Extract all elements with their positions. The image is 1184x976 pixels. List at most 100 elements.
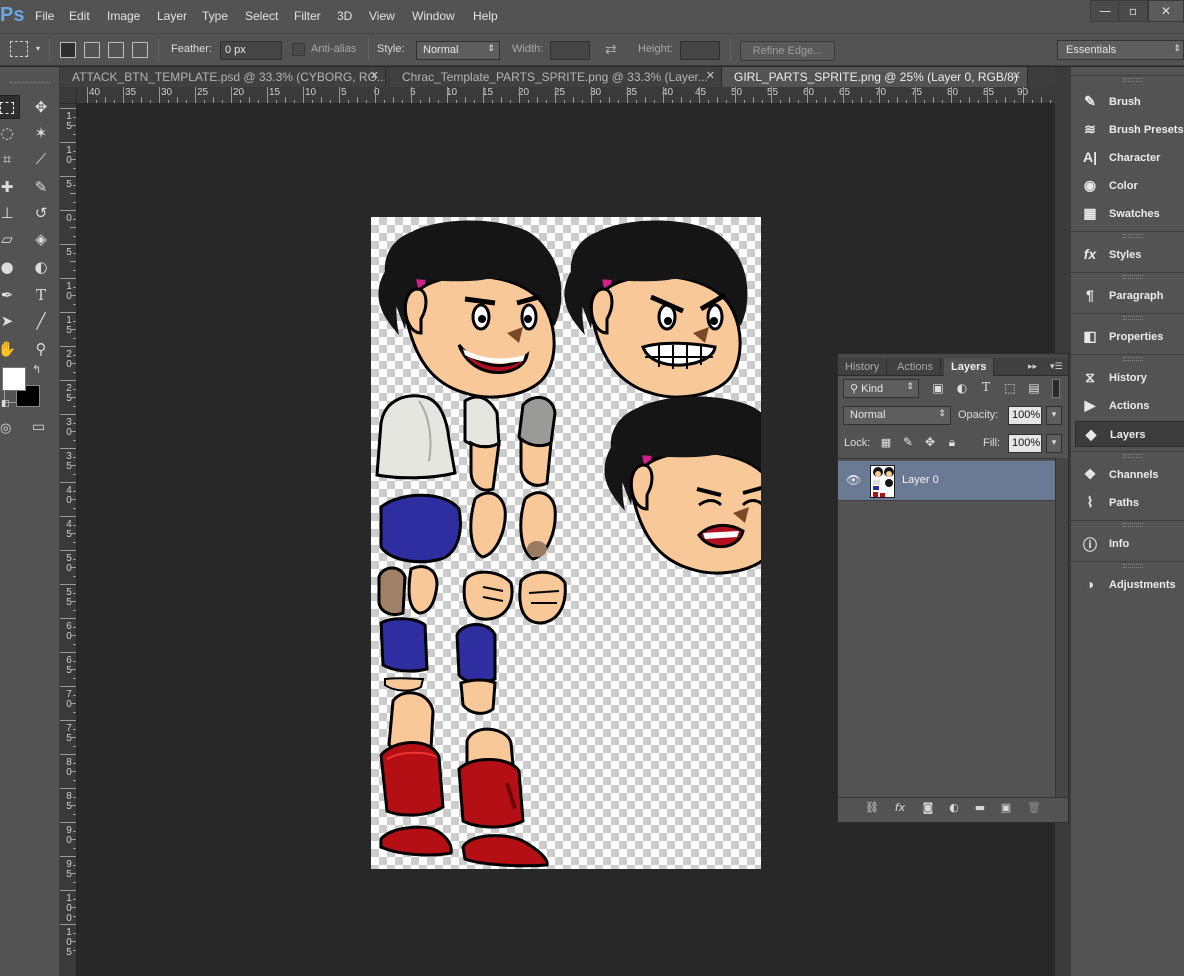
height-input[interactable] [680, 41, 720, 60]
blur-tool-icon[interactable]: ● [0, 255, 20, 279]
dock-grip[interactable] [1071, 354, 1184, 362]
panel-properties[interactable]: ◧ Properties [1075, 324, 1184, 350]
feather-input[interactable]: 0 px [220, 41, 282, 60]
zoom-tool-icon[interactable]: ⚲ [28, 337, 54, 361]
filter-toggle[interactable] [1052, 379, 1060, 398]
antialias-checkbox[interactable] [292, 43, 305, 56]
new-layer-icon[interactable]: ▣ [998, 801, 1014, 814]
magic-wand-tool-icon[interactable]: ✶ [28, 121, 54, 145]
fill-dropdown-icon[interactable]: ▾ [1046, 434, 1062, 453]
dock-grip[interactable] [1071, 451, 1184, 459]
panel-swatches[interactable]: ▦ Swatches [1075, 201, 1184, 227]
filter-smart-object-icon[interactable]: ▤ [1026, 381, 1042, 395]
link-layers-icon[interactable]: ⛓ [864, 801, 880, 814]
quick-mask-icon[interactable]: ◎ [0, 421, 11, 436]
fill-input[interactable]: 100% [1008, 434, 1042, 453]
panel-history[interactable]: ⧖ History [1075, 365, 1184, 391]
collapse-panel-icon[interactable]: ▸▸ [1028, 362, 1037, 372]
blend-mode-select[interactable]: Normal ⇕ [843, 406, 951, 425]
dock-grip[interactable] [1071, 561, 1184, 569]
panel-paths[interactable]: ⌇ Paths [1075, 490, 1184, 516]
menu-type[interactable]: Type [202, 9, 228, 23]
menu-filter[interactable]: Filter [294, 9, 321, 23]
filter-pixel-icon[interactable]: ▣ [930, 381, 946, 395]
lock-position-icon[interactable]: ✥ [922, 435, 938, 449]
layer-thumbnail[interactable] [870, 465, 895, 498]
tab-history[interactable]: History [838, 358, 888, 376]
menu-window[interactable]: Window [412, 9, 455, 23]
panel-styles[interactable]: fx Styles [1075, 242, 1184, 268]
add-mask-icon[interactable]: ◙ [920, 801, 936, 814]
layer-row[interactable]: 👁︎ Layer 0 [838, 461, 1055, 501]
opacity-dropdown-icon[interactable]: ▾ [1046, 406, 1062, 425]
preset-dropdown-icon[interactable]: ▾ [36, 44, 40, 53]
rect-marquee-preset-icon[interactable] [10, 41, 28, 57]
panel-channels[interactable]: ❖ Channels [1075, 462, 1184, 488]
menu-3d[interactable]: 3D [337, 9, 352, 23]
menu-file[interactable]: File [35, 9, 54, 23]
brush-tool-icon[interactable]: ✎ [28, 175, 54, 199]
intersect-selection-icon[interactable] [132, 42, 148, 58]
dodge-tool-icon[interactable]: ◐ [28, 255, 54, 279]
refine-edge-button[interactable]: Refine Edge... [740, 41, 835, 61]
tab-chrac-template[interactable]: Chrac_Template_PARTS_SPRITE.png @ 33.3% … [390, 67, 722, 87]
dock-grip[interactable] [1071, 75, 1184, 83]
pen-tool-icon[interactable]: ✒ [0, 283, 20, 307]
healing-brush-tool-icon[interactable]: ✚ [0, 175, 20, 199]
default-colors-icon[interactable]: ◧ [1, 399, 10, 409]
new-selection-icon[interactable] [60, 42, 76, 58]
delete-layer-icon[interactable]: 🗑︎ [1026, 801, 1042, 814]
dock-grip[interactable] [1071, 272, 1184, 280]
filter-type-icon[interactable]: T [978, 380, 994, 394]
panel-adjustments[interactable]: ◑ Adjustments [1075, 572, 1184, 598]
minimize-button[interactable]: — [1090, 0, 1120, 22]
dock-grip[interactable] [1071, 313, 1184, 321]
crop-tool-icon[interactable]: ⌗ [0, 147, 20, 171]
tab-layers[interactable]: Layers [944, 358, 995, 376]
eraser-tool-icon[interactable]: ▱ [0, 227, 20, 251]
dock-grip[interactable] [1071, 231, 1184, 239]
subtract-from-selection-icon[interactable] [108, 42, 124, 58]
layer-name[interactable]: Layer 0 [902, 474, 939, 486]
screen-mode-icon[interactable]: ▭ [32, 419, 45, 435]
menu-help[interactable]: Help [473, 9, 498, 23]
panel-color[interactable]: ◉ Color [1075, 173, 1184, 199]
tab-girl-parts-sprite[interactable]: GIRL_PARTS_SPRITE.png @ 25% (Layer 0, RG… [722, 67, 1028, 87]
document-canvas[interactable] [371, 217, 789, 869]
panel-layers[interactable]: ◆ Layers [1075, 421, 1184, 447]
path-selection-tool-icon[interactable]: ➤ [0, 309, 20, 333]
menu-edit[interactable]: Edit [69, 9, 90, 23]
rect-marquee-tool-icon[interactable] [0, 95, 20, 119]
workspace-switcher[interactable]: Essentials ⇕ [1057, 40, 1184, 60]
eye-icon[interactable]: 👁︎ [846, 473, 861, 487]
history-brush-tool-icon[interactable]: ↺ [28, 201, 54, 225]
tab-actions[interactable]: Actions [890, 358, 942, 376]
filter-adjustment-icon[interactable]: ◐ [954, 381, 970, 395]
menu-select[interactable]: Select [245, 9, 278, 23]
new-group-icon[interactable]: ▬ [972, 801, 988, 814]
close-icon[interactable]: ✕ [370, 69, 379, 82]
clone-stamp-tool-icon[interactable]: ⊥ [0, 201, 20, 225]
panel-brush[interactable]: ✎ Brush [1075, 89, 1184, 115]
width-input[interactable] [550, 41, 590, 60]
menu-view[interactable]: View [369, 9, 395, 23]
swap-colors-icon[interactable]: ↰ [32, 363, 41, 376]
filter-shape-icon[interactable]: ⬚ [1002, 381, 1018, 395]
layer-effects-icon[interactable]: fx [892, 801, 908, 814]
panel-actions[interactable]: ▶ Actions [1075, 393, 1184, 419]
panel-brush-presets[interactable]: ≋ Brush Presets [1075, 117, 1184, 143]
close-icon[interactable]: ✕ [1012, 69, 1021, 82]
lock-image-pixels-icon[interactable]: ✎ [900, 435, 916, 449]
panel-info[interactable]: ⓘ Info [1075, 531, 1184, 557]
layers-scrollbar[interactable] [1055, 458, 1068, 798]
move-tool-icon[interactable]: ✥ [28, 95, 54, 119]
restore-button[interactable]: ▫ [1118, 0, 1148, 22]
add-to-selection-icon[interactable] [84, 42, 100, 58]
close-window-button[interactable]: ✕ [1148, 0, 1184, 22]
menu-image[interactable]: Image [107, 9, 140, 23]
lock-all-icon[interactable]: 🔒︎ [944, 435, 960, 450]
lock-transparency-icon[interactable]: ▦ [878, 436, 894, 449]
type-tool-icon[interactable]: T [28, 283, 54, 307]
dock-grip[interactable] [1071, 520, 1184, 528]
line-tool-icon[interactable]: ╱ [28, 309, 54, 333]
